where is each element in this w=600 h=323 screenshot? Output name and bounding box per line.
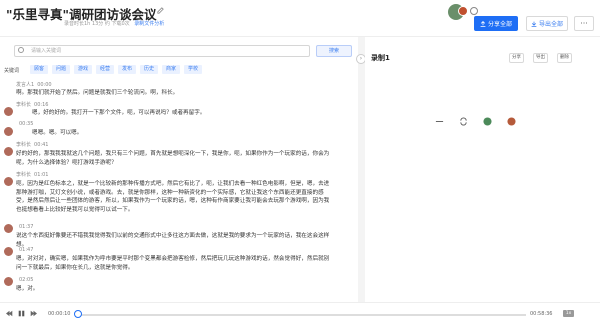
- keyword-tag[interactable]: 历史: [140, 65, 159, 74]
- keyword-tag[interactable]: 学校: [184, 65, 203, 74]
- more-button[interactable]: ···: [574, 16, 594, 31]
- export-all-button[interactable]: 导出全部: [526, 16, 568, 31]
- speaker-line: 李科长 00:41: [16, 141, 48, 148]
- utterance-text: 好的好的，那我我我就这几个问题，我只有三个问题，首先就是想呃深化一下，我是你，呃…: [16, 151, 330, 166]
- meta-text: 录音时长1h 13分 约 下载0次: [64, 21, 130, 27]
- keyword-tag[interactable]: 顾客: [30, 65, 49, 74]
- timestamp[interactable]: 01:37: [19, 224, 33, 230]
- avatar-secondary[interactable]: [458, 6, 468, 16]
- keyword-tag[interactable]: 问题: [52, 65, 71, 74]
- speaker-name: 李科长: [16, 142, 32, 148]
- timestamp[interactable]: 00:35: [19, 121, 33, 127]
- current-time: 00:00:10: [48, 311, 71, 317]
- delete-recording-label: 删除: [560, 55, 569, 60]
- avatar: [4, 147, 13, 156]
- speaker-name: 李科长: [16, 102, 32, 108]
- speaker-line: 李科长 00:16: [16, 101, 48, 108]
- avatar: [4, 277, 13, 286]
- export-recording-button[interactable]: 导出: [533, 53, 548, 63]
- recording-toolbar: [399, 101, 539, 141]
- speaker-line: 02:05: [16, 277, 33, 283]
- speaker-line: 01:47: [16, 247, 33, 253]
- search-input[interactable]: 请输入关键词: [14, 45, 310, 57]
- search-icon: [18, 47, 24, 53]
- progress-track[interactable]: [78, 314, 526, 316]
- speaker-line: 01:37: [16, 224, 33, 230]
- share-all-button[interactable]: 分享全部: [474, 16, 518, 31]
- timestamp[interactable]: 01:47: [19, 247, 33, 253]
- avatar: [4, 177, 13, 186]
- utterance-text: 嗯，对对对，确实嗯，如果我作为呼市要是平时那个变黑都会把游客检修，然后把玩几玩这…: [16, 256, 330, 271]
- keyword-tag[interactable]: 经营: [96, 65, 115, 74]
- rewind-icon[interactable]: [6, 310, 13, 317]
- panel-splitter[interactable]: [358, 37, 365, 302]
- progress-handle[interactable]: [74, 310, 82, 318]
- speaker-line: 00:35: [16, 121, 33, 127]
- avatar-icon[interactable]: [507, 117, 516, 126]
- utterance-text: 嗯，对。: [16, 286, 39, 292]
- timestamp[interactable]: 00:00: [37, 82, 51, 88]
- speaker-name: 发言人1: [16, 82, 35, 88]
- speed-button[interactable]: 1x: [563, 310, 574, 317]
- utterance-text: 嗯嗯。嗯。可以嗯。: [32, 130, 83, 136]
- meta-link[interactable]: 录制文件分析: [134, 21, 164, 27]
- recording-meta: 录音时长1h 13分 约 下载0次 录制文件分析: [64, 20, 164, 27]
- timestamp[interactable]: 00:16: [34, 102, 48, 108]
- utterance-text: 说这个东西挺好像要还不错我我觉得我们以前的交通形式中让多往这方面去做，这就是我的…: [16, 233, 330, 248]
- timestamp[interactable]: 02:05: [19, 277, 33, 283]
- share-icon: [480, 20, 486, 27]
- keyword-tag[interactable]: 商家: [162, 65, 181, 74]
- avatar: [4, 247, 13, 256]
- export-recording-label: 导出: [536, 55, 545, 60]
- timestamp[interactable]: 01:01: [34, 172, 48, 178]
- pause-icon[interactable]: [18, 310, 25, 317]
- recording-title: 录制1: [371, 54, 390, 62]
- export-all-label: 导出全部: [538, 21, 563, 28]
- share-recording-button[interactable]: 分享: [509, 53, 524, 63]
- utterance-text: 嗯，好的好的。我打开一下那个文件，呃，可以再说吗？或者再留字。: [32, 110, 206, 116]
- share-recording-label: 分享: [512, 55, 521, 60]
- speaker-line: 发言人1 00:00: [16, 81, 52, 88]
- keyword-tag[interactable]: 发布: [118, 65, 137, 74]
- gear-icon[interactable]: [470, 7, 478, 15]
- forward-icon[interactable]: [30, 310, 37, 317]
- transcript-panel: 请输入关键词 搜索 关键词 顾客 问题 游戏 经营 发布 历史 商家 学校 发言…: [0, 37, 358, 302]
- avatar: [4, 107, 13, 116]
- transcript-list[interactable]: 发言人1 00:00 啊。那我们就开始了然后。问题是就我们三个轮流问。啊，科长。 …: [0, 81, 358, 303]
- loop-icon[interactable]: [459, 117, 468, 126]
- avatar: [4, 127, 13, 136]
- avatar-icon[interactable]: [483, 117, 492, 126]
- timestamp[interactable]: 00:41: [34, 142, 48, 148]
- delete-recording-button[interactable]: 删除: [557, 53, 572, 63]
- export-icon: [531, 21, 537, 27]
- utterance-text: 呃，因为是红色标本之，就是一个比较新的那种传播方式吧，然后它有比了，呃，让我们去…: [16, 181, 330, 213]
- utterance-text: 啊。那我们就开始了然后。问题是就我们三个轮流问。啊，科长。: [16, 90, 179, 96]
- keyword-tag[interactable]: 游戏: [74, 65, 93, 74]
- recording-panel: 录制1 分享 导出 删除: [365, 37, 600, 302]
- avatar: [4, 224, 13, 233]
- speaker-name: 李科长: [16, 172, 32, 178]
- edit-icon[interactable]: [156, 6, 165, 15]
- top-bar: "乐里寻真"调研团访谈会议 录音时长1h 13分 约 下载0次 录制文件分析 分…: [0, 0, 600, 36]
- waveform-icon[interactable]: [435, 117, 444, 126]
- audio-player: 00:00:10 00:58:36 1x: [0, 302, 600, 323]
- keywords-label: 关键词: [4, 68, 20, 74]
- speaker-line: 李科长 01:01: [16, 171, 48, 178]
- total-time: 00:58:36: [530, 311, 553, 317]
- share-all-label: 分享全部: [487, 21, 512, 28]
- search-button[interactable]: 搜索: [316, 45, 352, 57]
